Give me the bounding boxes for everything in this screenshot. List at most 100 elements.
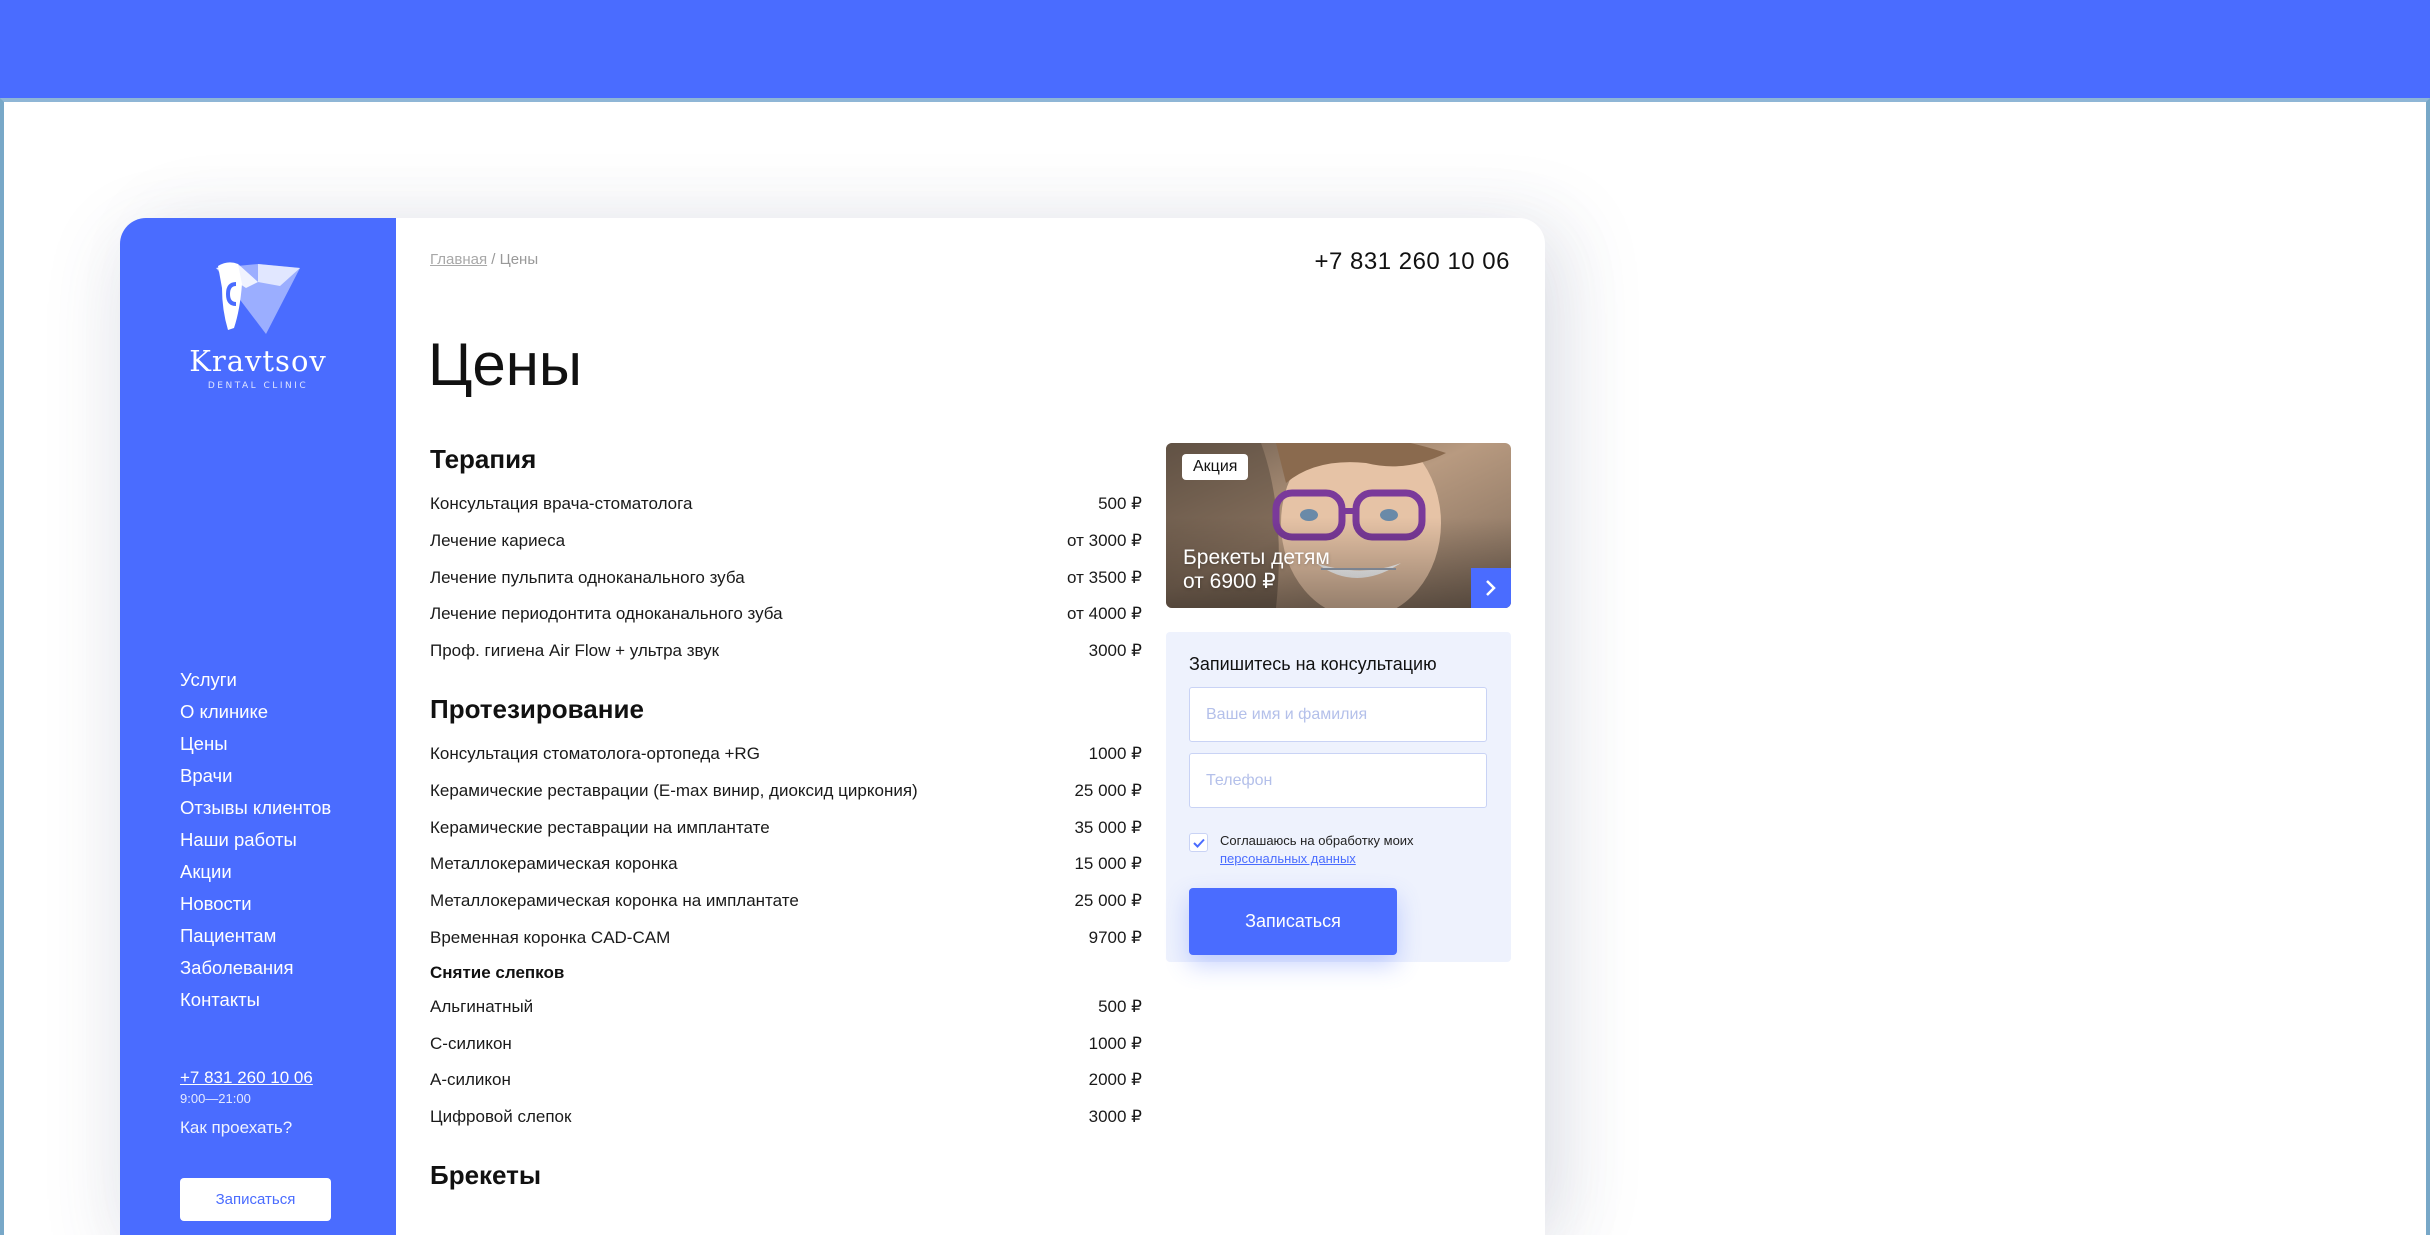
breadcrumb-current: Цены — [499, 251, 539, 268]
nav-item-prices[interactable]: Цены — [180, 728, 331, 760]
sidebar-phone-link[interactable]: +7 831 260 10 06 — [180, 1068, 313, 1088]
form-title: Запишитесь на консультацию — [1189, 654, 1437, 674]
service-price: от 3000 ₽ — [1067, 530, 1142, 550]
nav-item-works[interactable]: Наши работы — [180, 824, 331, 856]
chevron-right-icon — [1486, 580, 1496, 596]
top-banner — [0, 0, 2430, 100]
price-row: Проф. гигиена Air Flow + ультра звук 3000… — [430, 633, 1142, 670]
promo-line-2: от 6900 ₽ — [1183, 570, 1276, 593]
service-name: Консультация врача-стоматолога — [430, 494, 693, 513]
service-price: 15 000 ₽ — [1074, 854, 1142, 874]
phone-input[interactable] — [1189, 753, 1487, 808]
service-name: Временная коронка CAD-CAM — [430, 927, 671, 947]
price-row: Металлокерамическая коронка на имплантат… — [430, 883, 1142, 920]
price-row: А-силикон 2000 ₽ — [430, 1062, 1142, 1099]
logo-tagline: DENTAL CLINIC — [207, 381, 309, 391]
breadcrumb-separator: / — [487, 251, 500, 268]
sidebar: Kravtsov DENTAL CLINIC Услуги О клинике … — [120, 218, 396, 1235]
section-title: Терапия — [430, 444, 537, 474]
price-row: Керамические реставрации (E-max винир, д… — [430, 773, 1142, 810]
consent-checkbox[interactable] — [1189, 833, 1208, 852]
service-name: Металлокерамическая коронка на имплантат… — [430, 891, 799, 911]
breadcrumb: Главная / Цены — [430, 251, 538, 268]
promo-banner[interactable]: Акция Брекеты детям от 6900 ₽ — [1166, 443, 1511, 608]
price-section-therapy: Терапия Консультация врача-стоматолога 50… — [430, 440, 1142, 670]
service-price: 3000 ₽ — [1088, 641, 1142, 661]
service-price: 3000 ₽ — [1088, 1107, 1142, 1127]
section-title: Брекеты — [430, 1159, 542, 1190]
nav-item-services[interactable]: Услуги — [180, 664, 331, 696]
consent-row: Соглашаюсь на обработку моих персональны… — [1189, 832, 1414, 868]
promo-badge: Акция — [1182, 454, 1249, 480]
subsection-title: Снятие слепков — [430, 962, 565, 982]
section-title: Протезирование — [430, 693, 644, 724]
check-icon — [1192, 838, 1205, 848]
sidebar-signup-button[interactable]: Записаться — [180, 1178, 331, 1221]
price-row: Консультация стоматолога-ортопеда +RG 100… — [430, 736, 1142, 773]
service-name: Металлокерамическая коронка — [430, 854, 678, 874]
price-row: Керамические реставрации на имплантате 35… — [430, 810, 1142, 847]
service-name: Консультация стоматолога-ортопеда +RG — [430, 743, 760, 763]
price-row: Металлокерамическая коронка 15 000 ₽ — [430, 846, 1142, 883]
site-window: Kravtsov DENTAL CLINIC Услуги О клинике … — [120, 218, 1545, 1235]
price-row: Цифровой слепок 3000 ₽ — [430, 1099, 1142, 1136]
service-price: 9700 ₽ — [1088, 927, 1142, 947]
promo-arrow-button[interactable] — [1471, 568, 1511, 608]
nav-item-promos[interactable]: Акции — [180, 856, 331, 888]
promo-line-1: Брекеты детям — [1183, 546, 1330, 569]
service-price: 1000 ₽ — [1088, 743, 1142, 763]
service-price: 2000 ₽ — [1088, 1070, 1142, 1090]
form-submit-button[interactable]: Записаться — [1189, 888, 1397, 955]
service-name: Керамические реставрации на имплантате — [430, 817, 770, 837]
service-name: Лечение кариеса — [430, 530, 566, 550]
page-title: Цены — [428, 331, 583, 398]
nav-item-doctors[interactable]: Врачи — [180, 760, 331, 792]
consent-text: Соглашаюсь на обработку моих персональны… — [1220, 832, 1414, 868]
service-name: Цифровой слепок — [430, 1107, 572, 1127]
main-content: Главная / Цены +7 831 260 10 06 Цены Тер… — [396, 218, 1545, 1235]
tooth-diamond-icon — [216, 262, 300, 334]
breadcrumb-home-link[interactable]: Главная — [430, 251, 487, 268]
service-name: Лечение пульпита одноканального зуба — [430, 567, 745, 587]
service-name: Проф. гигиена Air Flow + ультра звук — [430, 641, 720, 661]
service-price: 500 ₽ — [1098, 494, 1142, 513]
nav-item-about[interactable]: О клинике — [180, 696, 331, 728]
price-section-braces: Брекеты — [430, 1156, 1142, 1194]
header-phone[interactable]: +7 831 260 10 06 — [1314, 248, 1510, 276]
price-row: Консультация врача-стоматолога 500 ₽ — [430, 486, 1142, 523]
service-price: 25 000 ₽ — [1074, 891, 1142, 911]
privacy-link[interactable]: персональных данных — [1220, 850, 1414, 868]
nav-item-diseases[interactable]: Заболевания — [180, 952, 331, 984]
sidebar-nav: Услуги О клинике Цены Врачи Отзывы клиен… — [180, 664, 331, 1016]
consultation-form: Запишитесь на консультацию Соглашаюсь на… — [1166, 632, 1511, 962]
price-row: Временная коронка CAD-CAM 9700 ₽ — [430, 920, 1142, 957]
service-name: С-силикон — [430, 1033, 512, 1053]
route-link[interactable]: Как проехать? — [180, 1118, 292, 1138]
consent-label: Соглашаюсь на обработку моих — [1220, 833, 1414, 848]
price-row: С-силикон 1000 ₽ — [430, 1026, 1142, 1063]
nav-item-patients[interactable]: Пациентам — [180, 920, 331, 952]
service-name: Керамические реставрации (E-max винир, д… — [430, 780, 918, 800]
service-price: 500 ₽ — [1098, 996, 1142, 1016]
price-list: Терапия Консультация врача-стоматолога 50… — [430, 440, 1142, 1214]
service-name: Альгинатный — [430, 996, 534, 1016]
service-name: А-силикон — [430, 1070, 511, 1090]
service-price: 25 000 ₽ — [1074, 780, 1142, 800]
service-price: от 3500 ₽ — [1067, 567, 1142, 587]
price-row: Альгинатный 500 ₽ — [430, 989, 1142, 1026]
service-price: 35 000 ₽ — [1074, 817, 1142, 837]
price-row: Лечение периодонтита одноканального зуба… — [430, 596, 1142, 633]
nav-item-reviews[interactable]: Отзывы клиентов — [180, 792, 331, 824]
logo[interactable]: Kravtsov DENTAL CLINIC — [170, 258, 346, 408]
nav-item-news[interactable]: Новости — [180, 888, 331, 920]
service-name: Лечение периодонтита одноканального зуба — [430, 604, 783, 624]
price-row: Лечение пульпита одноканального зуба от 3… — [430, 560, 1142, 597]
price-row: Лечение кариеса от 3000 ₽ — [430, 523, 1142, 560]
logo-name: Kravtsov — [189, 344, 327, 378]
promo-text: Брекеты детям от 6900 ₽ — [1183, 546, 1330, 594]
sidebar-hours: 9:00—21:00 — [180, 1091, 251, 1106]
nav-item-contacts[interactable]: Контакты — [180, 984, 331, 1016]
service-price: 1000 ₽ — [1088, 1033, 1142, 1053]
service-price: от 4000 ₽ — [1067, 604, 1142, 624]
name-input[interactable] — [1189, 687, 1487, 742]
